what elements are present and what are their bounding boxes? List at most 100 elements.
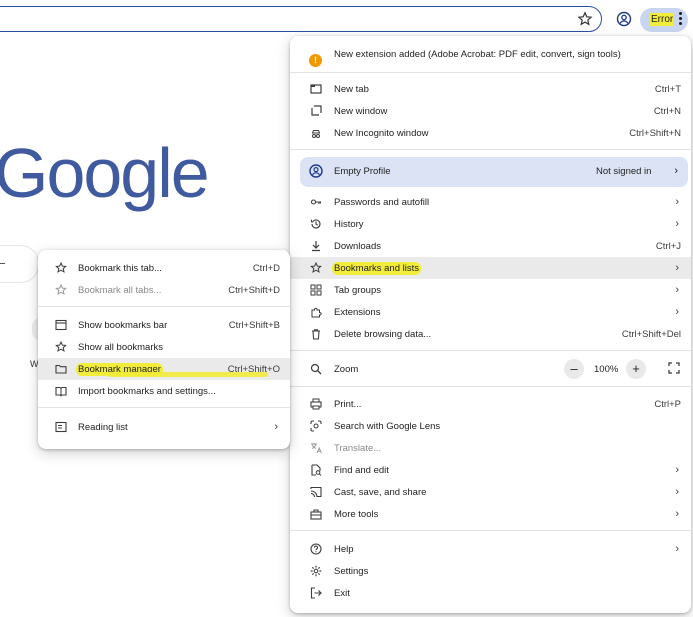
chevron-right-icon: › <box>675 464 679 476</box>
menu-label: Show all bookmarks <box>78 341 164 353</box>
google-logo: Google <box>0 134 210 212</box>
zoom-in-button[interactable]: + <box>626 359 646 379</box>
menu-label: History <box>334 218 364 230</box>
menu-item-incognito[interactable]: New Incognito window Ctrl+Shift+N <box>290 122 691 144</box>
menu-label: Downloads <box>334 240 381 252</box>
chevron-right-icon: › <box>675 196 679 208</box>
menu-item-extensions[interactable]: Extensions › <box>290 301 691 323</box>
menu-item-help[interactable]: Help › <box>290 538 691 560</box>
menu-item-translate: Translate... <box>290 437 691 459</box>
extension-notice[interactable]: ! New extension added (Adobe Acrobat: PD… <box>290 43 691 67</box>
menu-label: Tab groups <box>334 284 382 296</box>
menu-item-more-tools[interactable]: More tools › <box>290 503 691 525</box>
menu-label: More tools <box>334 508 379 520</box>
submenu-item-bookmark-all: Bookmark all tabs... Ctrl+Shift+D <box>38 279 290 301</box>
submenu-item-import[interactable]: Import bookmarks and settings... <box>38 380 290 402</box>
star-icon <box>54 283 68 297</box>
profile-row[interactable]: Empty Profile Not signed in › <box>300 157 688 187</box>
menu-item-settings[interactable]: Settings <box>290 560 691 582</box>
folder-star-icon <box>54 362 68 376</box>
more-menu-icon[interactable] <box>676 11 684 27</box>
error-label: Error <box>650 13 675 26</box>
chevron-right-icon: › <box>675 508 679 520</box>
menu-shortcut: Ctrl+D <box>252 262 280 274</box>
download-icon <box>309 239 323 253</box>
menu-label: Bookmark all tabs... <box>78 284 162 296</box>
divider <box>38 306 290 307</box>
menu-label: Settings <box>334 565 369 577</box>
bookmark-star-icon[interactable] <box>577 11 593 27</box>
bookmarks-bar-icon <box>54 318 68 332</box>
menu-label: Import bookmarks and settings... <box>78 385 216 397</box>
divider <box>290 72 691 73</box>
menu-item-print[interactable]: Print... Ctrl+P <box>290 393 691 415</box>
menu-item-passwords[interactable]: Passwords and autofill › <box>290 191 691 213</box>
menu-item-new-window[interactable]: New window Ctrl+N <box>290 100 691 122</box>
divider <box>38 407 290 408</box>
menu-shortcut: Ctrl+Shift+D <box>228 284 280 296</box>
submenu-item-show-all[interactable]: Show all bookmarks <box>38 336 290 358</box>
zoom-out-button[interactable]: – <box>564 359 584 379</box>
menu-label: New window <box>334 105 388 117</box>
chrome-main-menu: ! New extension added (Adobe Acrobat: PD… <box>290 36 691 613</box>
menu-label: Extensions <box>334 306 381 318</box>
chevron-right-icon: › <box>674 165 678 177</box>
profile-icon[interactable] <box>616 11 632 27</box>
divider <box>290 386 691 387</box>
menu-label: Passwords and autofill <box>334 196 430 208</box>
menu-item-cast-save[interactable]: Cast, save, and share › <box>290 481 691 503</box>
search-box[interactable] <box>0 245 39 283</box>
browser-toolbar: Error <box>0 0 693 36</box>
translate-icon <box>309 441 323 455</box>
menu-label: Search with Google Lens <box>334 420 441 432</box>
profile-name: Empty Profile <box>334 166 391 177</box>
cast-save-icon <box>309 485 323 499</box>
submenu-item-show-bar[interactable]: Show bookmarks bar Ctrl+Shift+B <box>38 314 290 336</box>
menu-shortcut: Ctrl+Shift+Del <box>621 328 681 340</box>
menu-item-history[interactable]: History › <box>290 213 691 235</box>
help-icon <box>309 542 323 556</box>
divider <box>290 149 691 150</box>
submenu-item-bookmark-tab[interactable]: Bookmark this tab... Ctrl+D <box>38 257 290 279</box>
bookmarks-submenu: Bookmark this tab... Ctrl+D Bookmark all… <box>38 250 290 449</box>
toolbox-icon <box>309 507 323 521</box>
menu-item-lens[interactable]: Search with Google Lens <box>290 415 691 437</box>
menu-label: New tab <box>334 83 369 95</box>
trash-icon <box>309 327 323 341</box>
menu-label: Exit <box>334 587 350 599</box>
account-circle-icon <box>309 164 323 178</box>
fullscreen-icon[interactable] <box>668 362 680 374</box>
menu-item-tab-groups[interactable]: Tab groups › <box>290 279 691 301</box>
chevron-right-icon: › <box>675 543 679 555</box>
new-tab-icon <box>309 82 323 96</box>
menu-item-bookmarks[interactable]: Bookmarks and lists › <box>290 257 691 279</box>
menu-shortcut: Ctrl+T <box>654 83 681 95</box>
menu-label: Show bookmarks bar <box>78 319 168 331</box>
chevron-right-icon: › <box>675 306 679 318</box>
menu-item-delete-data[interactable]: Delete browsing data... Ctrl+Shift+Del <box>290 323 691 345</box>
menu-item-exit[interactable]: Exit <box>290 582 691 604</box>
menu-label: Bookmark this tab... <box>78 262 162 274</box>
gear-icon <box>309 564 323 578</box>
extension-notice-text: New extension added (Adobe Acrobat: PDF … <box>334 48 621 60</box>
menu-item-new-tab[interactable]: New tab Ctrl+T <box>290 78 691 100</box>
printer-icon <box>309 397 323 411</box>
divider <box>290 530 691 531</box>
puzzle-icon <box>309 305 323 319</box>
divider <box>290 350 691 351</box>
menu-label: Help <box>334 543 354 555</box>
menu-item-find-edit[interactable]: Find and edit › <box>290 459 691 481</box>
incognito-icon <box>309 126 323 140</box>
chevron-right-icon: › <box>675 284 679 296</box>
address-bar[interactable] <box>0 6 602 32</box>
menu-label: Cast, save, and share <box>334 486 427 498</box>
submenu-item-reading-list[interactable]: Reading list › <box>38 416 290 438</box>
highlighted-text: Bookmarks and lists <box>332 261 422 275</box>
menu-item-downloads[interactable]: Downloads Ctrl+J <box>290 235 691 257</box>
reading-list-icon <box>54 420 68 434</box>
star-icon <box>309 261 323 275</box>
zoom-icon <box>309 362 323 376</box>
warning-icon: ! <box>309 54 322 67</box>
menu-label: Bookmarks and lists <box>332 261 422 275</box>
book-icon <box>54 384 68 398</box>
